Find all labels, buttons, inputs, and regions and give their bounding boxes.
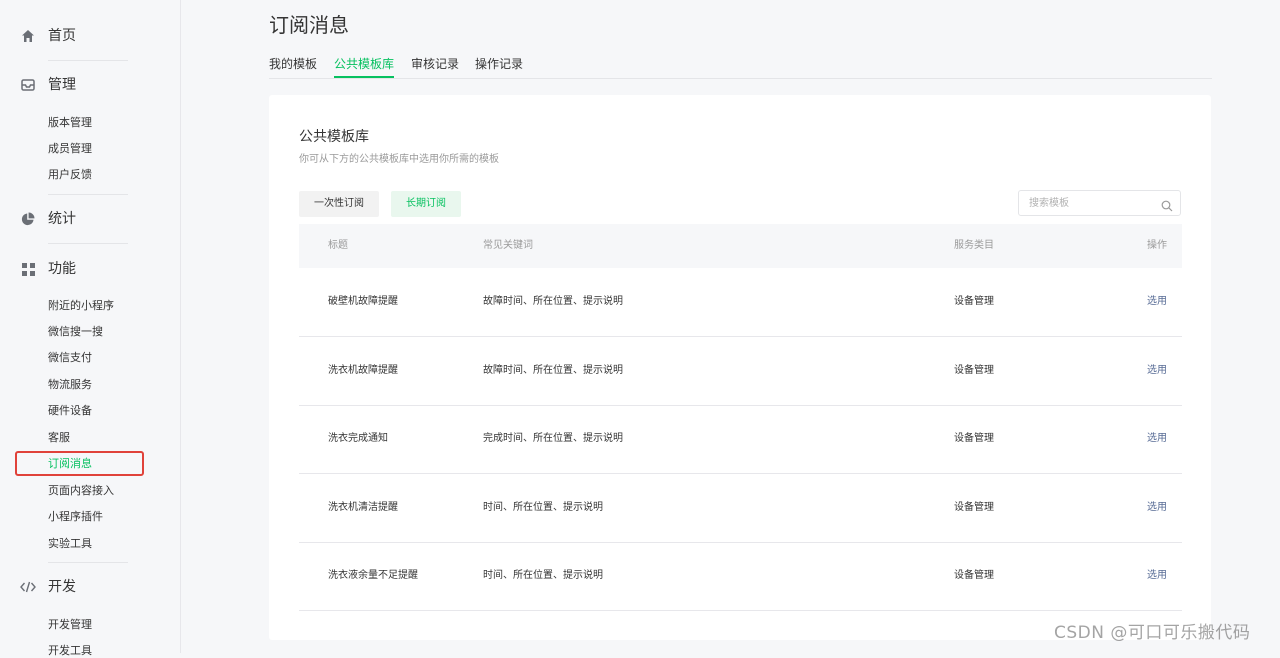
nav-manage-label: 管理 [48,77,76,93]
table-header: 标题 常见关键词 服务类目 操作 [299,224,1182,268]
highlight-box [15,451,144,476]
template-library-card: 公共模板库 你可从下方的公共模板库中选用你所需的模板 一次性订阅 长期订阅 标题… [269,95,1211,640]
tab-my-templates[interactable]: 我的模板 [269,56,317,76]
sidebar-item-wechat-search[interactable]: 微信搜一搜 [48,325,103,339]
inbox-icon [20,77,36,93]
table-row: 洗衣机清洁提醒 时间、所在位置、提示说明 设备管理 选用 [299,474,1182,543]
sidebar-item-customer-service[interactable]: 客服 [48,431,70,445]
nav-features[interactable]: 功能 [0,254,180,284]
one-time-subscribe-button[interactable]: 一次性订阅 [299,191,379,217]
cell-keywords: 故障时间、所在位置、提示说明 [483,296,623,307]
nav-features-label: 功能 [48,261,76,277]
divider [48,194,128,195]
cell-category: 设备管理 [954,502,994,513]
card-subtitle: 你可从下方的公共模板库中选用你所需的模板 [299,154,499,165]
sidebar-item-nearby-miniprogram[interactable]: 附近的小程序 [48,299,114,313]
page-title: 订阅消息 [269,13,349,37]
cell-title: 破壁机故障提醒 [328,296,398,307]
select-link[interactable]: 选用 [1147,569,1167,583]
search-box [1018,190,1181,216]
tab-operation-records[interactable]: 操作记录 [475,56,523,76]
sidebar-item-plugins[interactable]: 小程序插件 [48,510,103,524]
nav-home-label: 首页 [48,28,76,44]
sidebar-item-page-content[interactable]: 页面内容接入 [48,484,114,498]
cell-title: 洗衣液余量不足提醒 [328,570,418,581]
cell-title: 洗衣机故障提醒 [328,365,398,376]
table-row: 洗衣机故障提醒 故障时间、所在位置、提示说明 设备管理 选用 [299,337,1182,406]
nav-manage[interactable]: 管理 [0,70,180,100]
select-link[interactable]: 选用 [1147,295,1167,309]
column-header-title: 标题 [328,240,348,251]
sidebar-item-logistics[interactable]: 物流服务 [48,378,92,392]
code-icon [20,579,36,595]
cell-category: 设备管理 [954,570,994,581]
nav-develop[interactable]: 开发 [0,572,180,602]
sidebar-item-wechat-pay[interactable]: 微信支付 [48,351,92,365]
sidebar-item-user-feedback[interactable]: 用户反馈 [48,168,92,182]
sidebar-item-dev-manage[interactable]: 开发管理 [48,618,92,632]
table-row: 破壁机故障提醒 故障时间、所在位置、提示说明 设备管理 选用 [299,268,1182,337]
cell-category: 设备管理 [954,365,994,376]
sidebar-item-lab-tools[interactable]: 实验工具 [48,537,92,551]
select-link[interactable]: 选用 [1147,364,1167,378]
sidebar-item-hardware[interactable]: 硬件设备 [48,404,92,418]
nav-develop-label: 开发 [48,579,76,595]
watermark: CSDN @可口可乐搬代码 [1054,623,1251,643]
tab-review-records[interactable]: 审核记录 [411,56,459,76]
table-row: 洗衣完成通知 完成时间、所在位置、提示说明 设备管理 选用 [299,405,1182,474]
cell-title: 洗衣完成通知 [328,433,388,444]
table-row: 洗衣液余量不足提醒 时间、所在位置、提示说明 设备管理 选用 [299,542,1182,611]
sidebar-item-member-manage[interactable]: 成员管理 [48,142,92,156]
nav-stats[interactable]: 统计 [0,204,180,234]
cell-keywords: 时间、所在位置、提示说明 [483,502,603,513]
long-term-subscribe-button[interactable]: 长期订阅 [391,191,461,217]
column-header-action: 操作 [1147,240,1167,251]
cell-category: 设备管理 [954,433,994,444]
sidebar-item-dev-tools[interactable]: 开发工具 [48,644,92,658]
cell-keywords: 完成时间、所在位置、提示说明 [483,433,623,444]
divider [48,562,128,563]
search-input[interactable] [1029,195,1149,211]
home-icon [20,28,36,44]
tab-bar: 我的模板 公共模板库 审核记录 操作记录 [269,56,1212,79]
sidebar-item-version-manage[interactable]: 版本管理 [48,116,92,130]
cell-keywords: 时间、所在位置、提示说明 [483,570,603,581]
select-link[interactable]: 选用 [1147,432,1167,446]
tab-public-library[interactable]: 公共模板库 [334,56,395,78]
pie-chart-icon [20,211,36,227]
search-icon[interactable] [1161,197,1173,212]
cell-category: 设备管理 [954,296,994,307]
nav-home[interactable]: 首页 [0,21,180,51]
sidebar: 首页 管理 版本管理 成员管理 用户反馈 统计 功能 附近的小程序 微信搜一搜 … [0,0,181,657]
grid-icon [20,261,36,277]
nav-stats-label: 统计 [48,211,76,227]
divider [48,243,128,244]
select-link[interactable]: 选用 [1147,501,1167,515]
divider [48,60,128,61]
cell-title: 洗衣机清洁提醒 [328,502,398,513]
column-header-keywords: 常见关键词 [483,240,533,251]
column-header-category: 服务类目 [954,240,994,251]
card-title: 公共模板库 [299,129,369,145]
cell-keywords: 故障时间、所在位置、提示说明 [483,365,623,376]
